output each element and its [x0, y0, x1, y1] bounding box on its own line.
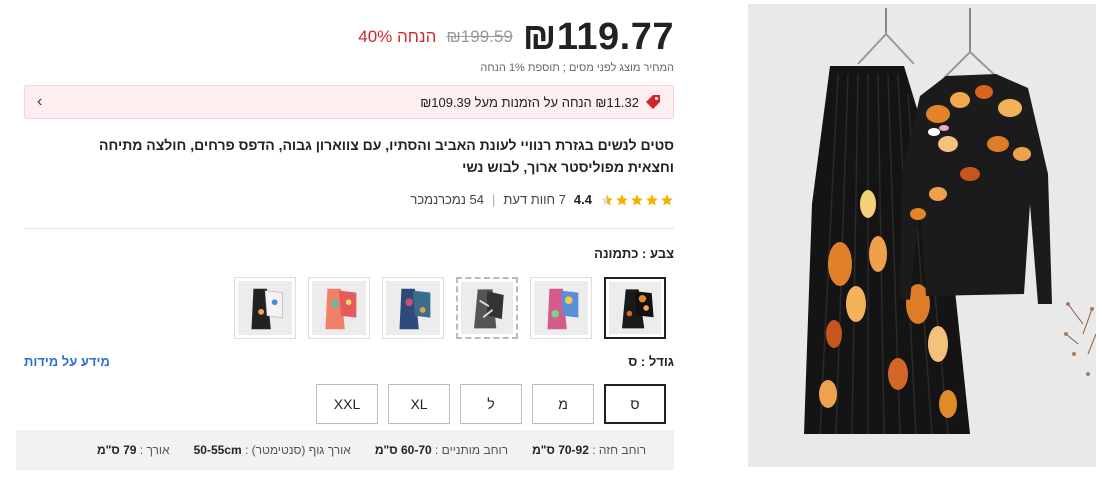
size-guide-link[interactable]: מידע על מידות — [24, 354, 110, 369]
color-swatch-white-black-print[interactable] — [234, 277, 296, 339]
star-icon — [661, 193, 673, 205]
measure-hips-label: רוחב מותניים : — [435, 443, 509, 457]
measure-body-value: 50-55cm — [193, 443, 242, 457]
measure-chest-value: 70-92 ס"מ — [532, 443, 589, 457]
color-swatch-abstract-grey[interactable] — [456, 277, 518, 339]
price-row: 40% הנחה ₪199.59 ₪119.77 — [358, 12, 674, 62]
chevron-left-icon[interactable]: ‹ — [37, 94, 42, 110]
color-swatch-blue-teal-print[interactable] — [382, 277, 444, 339]
tax-note: המחיר מוצג לפני מסים ; תוספת 1% הנחה — [480, 62, 674, 74]
size-option-xl[interactable]: XL — [388, 384, 450, 424]
size-option-s[interactable]: ס — [604, 384, 666, 424]
star-icon — [646, 193, 658, 205]
rating-stars — [600, 193, 674, 207]
color-swatch-multicolor-print[interactable] — [530, 277, 592, 339]
divider — [24, 228, 674, 229]
promo-coupon-bar[interactable]: ‹ ₪11.32 הנחה על הזמנות מעל ₪109.39 — [24, 85, 674, 119]
measure-hips-value: 60-70 ס"מ — [374, 443, 432, 457]
product-info-panel: 40% הנחה ₪199.59 ₪119.77 המחיר מוצג לפני… — [0, 0, 690, 492]
size-option-m[interactable]: מ — [532, 384, 594, 424]
promo-content: ₪11.32 הנחה על הזמנות מעל ₪109.39 — [420, 94, 661, 110]
review-count[interactable]: 7 חוות דעת — [503, 192, 566, 207]
discount-badge: 40% הנחה — [358, 27, 437, 46]
original-price: ₪199.59 — [446, 27, 513, 46]
current-price: ₪119.77 — [522, 15, 674, 58]
product-title: סטים לנשים בגזרת רנוויי לעונת האביב והסת… — [98, 137, 674, 175]
rating-row[interactable]: 4.4 7 חוות דעת | 54 נמכרנמכר — [410, 192, 674, 207]
tag-icon — [646, 95, 660, 109]
measure-chest: רוחב חזה : 70-92 ס"מ — [532, 443, 646, 457]
product-main-image[interactable] — [748, 4, 1096, 467]
separator: | — [492, 192, 496, 207]
color-swatches — [234, 277, 666, 339]
color-swatch-coral-print[interactable] — [308, 277, 370, 339]
measure-length-value: 79 ס"מ — [96, 443, 137, 457]
promo-text: ₪11.32 הנחה על הזמנות מעל ₪109.39 — [420, 94, 639, 110]
size-measurements: רוחב חזה : 70-92 ס"מ רוחב מותניים : 60-7… — [16, 430, 674, 470]
star-icon — [616, 193, 628, 205]
size-options: ס מ ל XL XXL — [316, 384, 666, 424]
measure-body-label: אורך גוף (סנטימטר) : — [244, 443, 351, 457]
size-label: גודל : ס — [628, 354, 674, 369]
measure-hips: רוחב מותניים : 60-70 ס"מ — [375, 443, 508, 457]
size-option-xxl[interactable]: XXL — [316, 384, 378, 424]
product-photo — [748, 4, 1096, 467]
rating-value: 4.4 — [573, 192, 592, 207]
measure-chest-label: רוחב חזה : — [592, 443, 646, 457]
sold-count: 54 נמכרנמכר — [410, 192, 485, 207]
color-swatch-black-floral[interactable] — [604, 277, 666, 339]
measure-length: אורך : 79 ס"מ — [97, 443, 170, 457]
measure-length-label: אורך : — [139, 443, 170, 457]
measure-body: אורך גוף (סנטימטר) : 50-55cm — [194, 443, 351, 457]
color-label: צבע : כתמונה — [594, 246, 674, 261]
star-icon — [631, 193, 643, 205]
size-option-l[interactable]: ל — [460, 384, 522, 424]
star-half-icon — [601, 193, 613, 205]
